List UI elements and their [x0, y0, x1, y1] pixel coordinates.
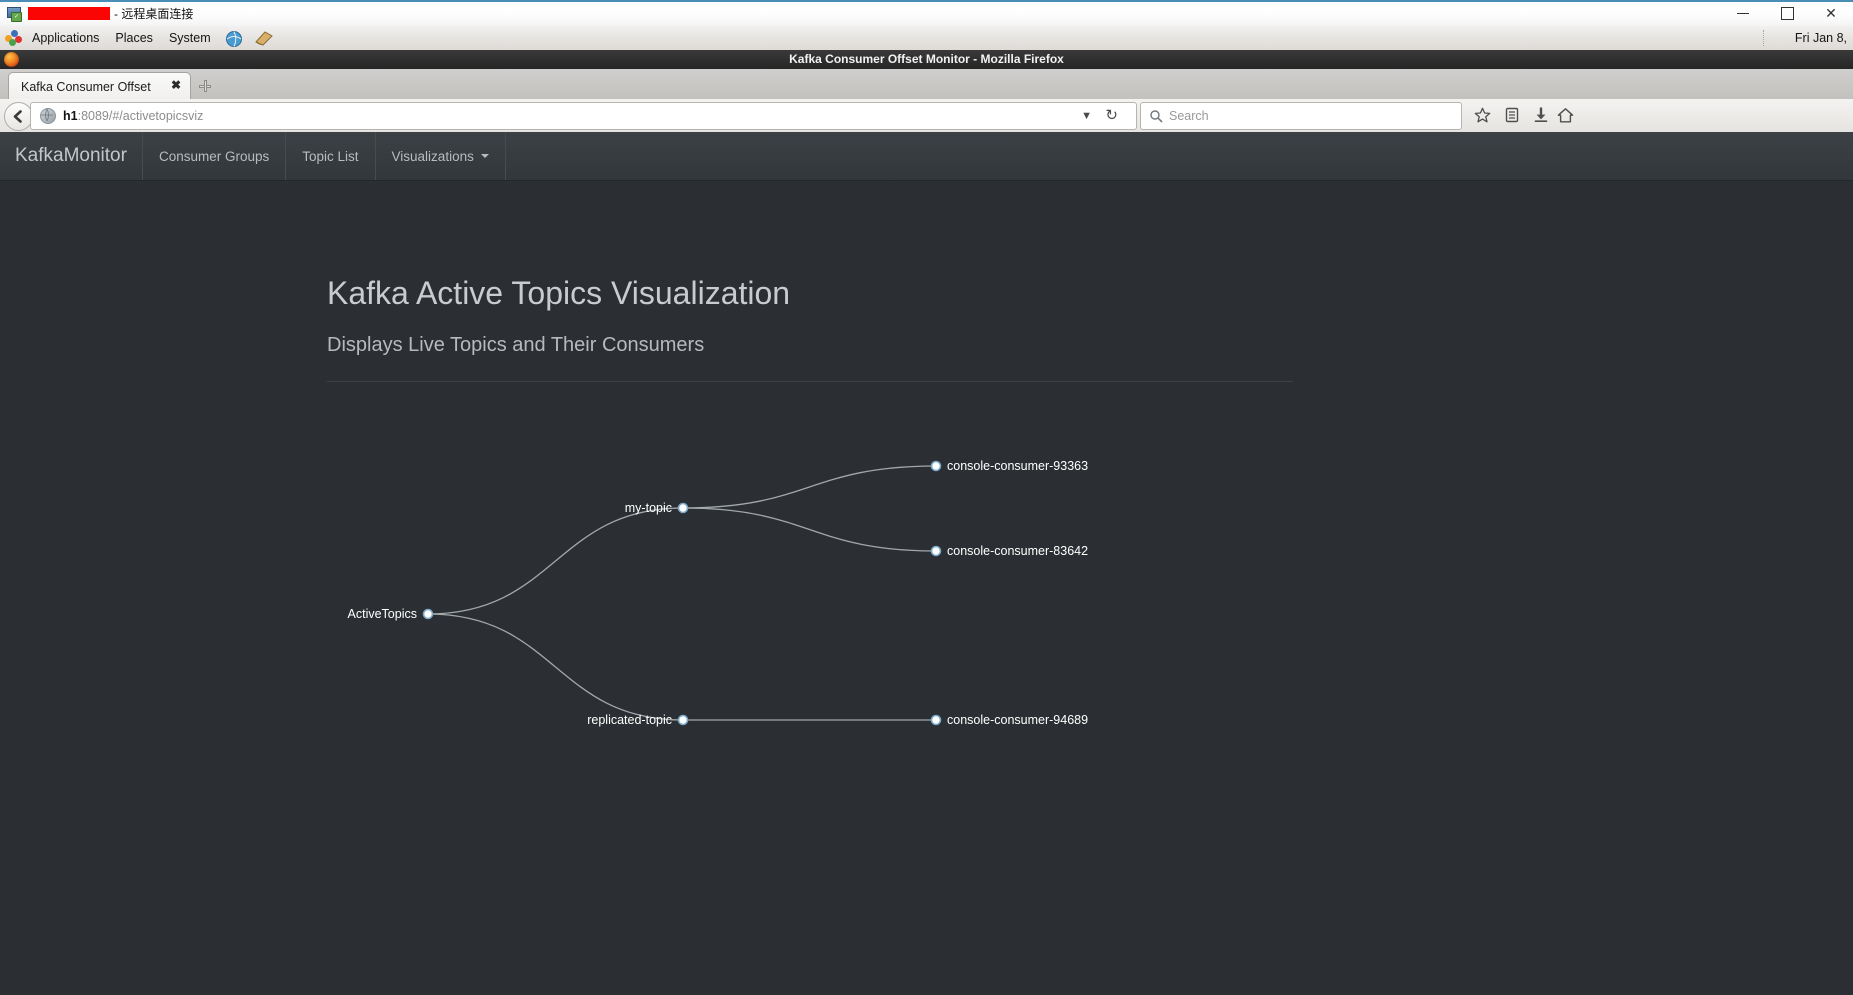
tree-svg — [422, 460, 942, 726]
firefox-window-title: Kafka Consumer Offset Monitor - Mozilla … — [789, 52, 1064, 66]
nav-topic-list[interactable]: Topic List — [286, 132, 376, 180]
app-navbar: KafkaMonitor Consumer Groups Topic List … — [0, 132, 1853, 181]
back-arrow-icon — [13, 110, 22, 123]
tab-close-icon[interactable]: ✖ — [171, 78, 181, 92]
tree-node[interactable] — [422, 608, 434, 620]
url-text: h1:8089/#/activetopicsviz — [63, 109, 203, 123]
tree-node-label: my-topic — [624, 501, 672, 515]
download-icon[interactable] — [1526, 102, 1555, 128]
tab-label: Kafka Consumer Offset Mo… — [21, 79, 155, 94]
remote-desktop-icon: ✓ — [6, 5, 22, 22]
gnome-foot-icon — [4, 29, 22, 47]
rdp-window-controls: ✕ — [1721, 0, 1853, 26]
tree-node[interactable] — [930, 714, 942, 726]
toolbar-icon-group — [1468, 102, 1575, 128]
panel-separator — [1763, 30, 1765, 46]
back-button[interactable] — [4, 102, 33, 131]
firefox-window: Kafka Consumer Offset Monitor - Mozilla … — [0, 50, 1853, 995]
url-host: h1 — [63, 109, 78, 123]
panel-clock[interactable]: Fri Jan 8, — [1795, 26, 1847, 50]
tab-strip: Kafka Consumer Offset Mo… ✖ — [0, 69, 1853, 100]
url-bar[interactable]: h1:8089/#/activetopicsviz ▼ ↻ — [30, 102, 1137, 130]
web-page-content: KafkaMonitor Consumer Groups Topic List … — [0, 132, 1853, 995]
close-icon: ✕ — [1825, 5, 1837, 21]
nav-label: Visualizations — [391, 148, 474, 164]
home-icon[interactable] — [1555, 102, 1575, 128]
library-icon[interactable] — [1497, 102, 1526, 128]
new-tab-button[interactable] — [194, 75, 216, 97]
menu-system[interactable]: System — [161, 26, 219, 50]
tree-node-label: console-consumer-94689 — [947, 713, 1089, 727]
remote-desktop-window: ✓ - 远程桌面连接 ✕ Applications Places System — [0, 0, 1853, 995]
close-button[interactable]: ✕ — [1809, 0, 1853, 26]
active-topics-tree-diagram[interactable]: ActiveTopics my-topic replicated-topic cons… — [327, 382, 1527, 902]
minimize-button[interactable] — [1721, 0, 1765, 26]
nav-label: Topic List — [302, 148, 359, 164]
help-launcher-icon[interactable] — [254, 28, 274, 48]
rdp-titlebar: ✓ - 远程桌面连接 ✕ — [0, 0, 1853, 27]
brand-kafkamonitor[interactable]: KafkaMonitor — [0, 132, 143, 180]
page-title: Kafka Active Topics Visualization — [327, 275, 791, 311]
browser-tab[interactable]: Kafka Consumer Offset Mo… ✖ — [8, 72, 191, 100]
search-input[interactable]: Search — [1169, 109, 1209, 123]
tree-node-label: replicated-topic — [587, 713, 672, 727]
search-bar[interactable]: Search — [1140, 102, 1462, 130]
tree-link — [427, 507, 684, 615]
chevron-down-icon — [480, 154, 489, 158]
tree-node-label: console-consumer-83642 — [947, 544, 1089, 558]
tree-node-label: ActiveTopics — [347, 607, 417, 621]
menu-applications[interactable]: Applications — [24, 26, 107, 50]
nav-consumer-groups[interactable]: Consumer Groups — [143, 132, 287, 180]
rdp-title-text: - 远程桌面连接 — [114, 6, 194, 21]
firefox-launcher-icon[interactable] — [224, 28, 244, 48]
page-content: Kafka Active Topics Visualization Displa… — [327, 180, 1527, 902]
tree-node[interactable] — [677, 502, 689, 514]
tree-link — [682, 465, 937, 509]
search-icon — [1150, 110, 1163, 123]
reload-icon[interactable]: ↻ — [1105, 108, 1118, 124]
navigation-toolbar: h1:8089/#/activetopicsviz ▼ ↻ Search — [0, 99, 1853, 133]
menu-places[interactable]: Places — [107, 26, 161, 50]
nav-label: Consumer Groups — [158, 148, 270, 164]
tree-node[interactable] — [930, 545, 942, 557]
tree-node-label: console-consumer-93363 — [947, 459, 1089, 473]
chevron-down-icon[interactable]: ▼ — [1081, 110, 1092, 122]
star-icon[interactable] — [1468, 102, 1497, 128]
tree-node[interactable] — [677, 714, 689, 726]
maximize-button[interactable] — [1765, 0, 1809, 26]
rdp-accent-line — [0, 0, 1853, 2]
tree-node[interactable] — [930, 460, 942, 472]
url-path: :8089/#/activetopicsviz — [77, 109, 204, 123]
gnome-panel: Applications Places System Fri Jan 8, — [0, 26, 1853, 51]
firefox-titlebar: Kafka Consumer Offset Monitor - Mozilla … — [0, 50, 1853, 70]
globe-icon — [40, 108, 56, 124]
redacted-hostname — [28, 6, 110, 20]
page-subtitle: Displays Live Topics and Their Consumers — [327, 334, 705, 356]
tree-link — [682, 507, 937, 552]
nav-visualizations[interactable]: Visualizations — [376, 132, 506, 180]
tree-link — [427, 613, 684, 721]
